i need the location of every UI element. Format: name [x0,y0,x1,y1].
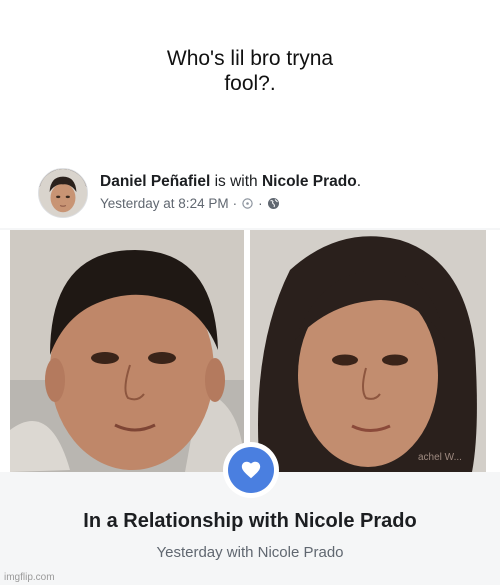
avatar-face [39,169,87,217]
photo-grid: achel W... [0,230,500,472]
post-meta: Yesterday at 8:24 PM · · [100,196,280,211]
boy-photo [10,230,244,472]
photo-watermark: achel W... [418,452,462,463]
connector-text: is with [210,173,262,190]
heart-icon [241,461,261,479]
heart-badge-circle [228,447,274,493]
globe-icon[interactable] [267,197,280,210]
meta-separator-2: · [258,196,263,211]
photo-right[interactable]: achel W... [250,230,486,472]
post-header: Daniel Peñafiel is with Nicole Prado. Ye… [0,158,500,228]
meta-separator: · [232,196,238,211]
girl-filter-photo: achel W... [250,230,486,472]
clock-icon [241,197,254,210]
author-avatar[interactable] [38,168,88,218]
photo-left[interactable] [10,230,244,472]
meme-caption: Who's lil bro tryna fool?. [166,47,334,95]
site-watermark: imgflip.com [4,572,55,583]
author-name-link[interactable]: Daniel Peñafiel [100,173,210,190]
heart-badge [223,442,279,498]
tagged-name-link[interactable]: Nicole Prado [262,173,357,190]
relationship-subtitle: Yesterday with Nicole Prado [156,544,344,561]
trailing-period: . [356,173,362,190]
post-title-line: Daniel Peñafiel is with Nicole Prado. [100,173,361,191]
post-timestamp[interactable]: Yesterday at 8:24 PM [100,196,229,211]
facebook-post: Daniel Peñafiel is with Nicole Prado. Ye… [0,158,500,585]
relationship-title: In a Relationship with Nicole Prado [83,510,417,532]
